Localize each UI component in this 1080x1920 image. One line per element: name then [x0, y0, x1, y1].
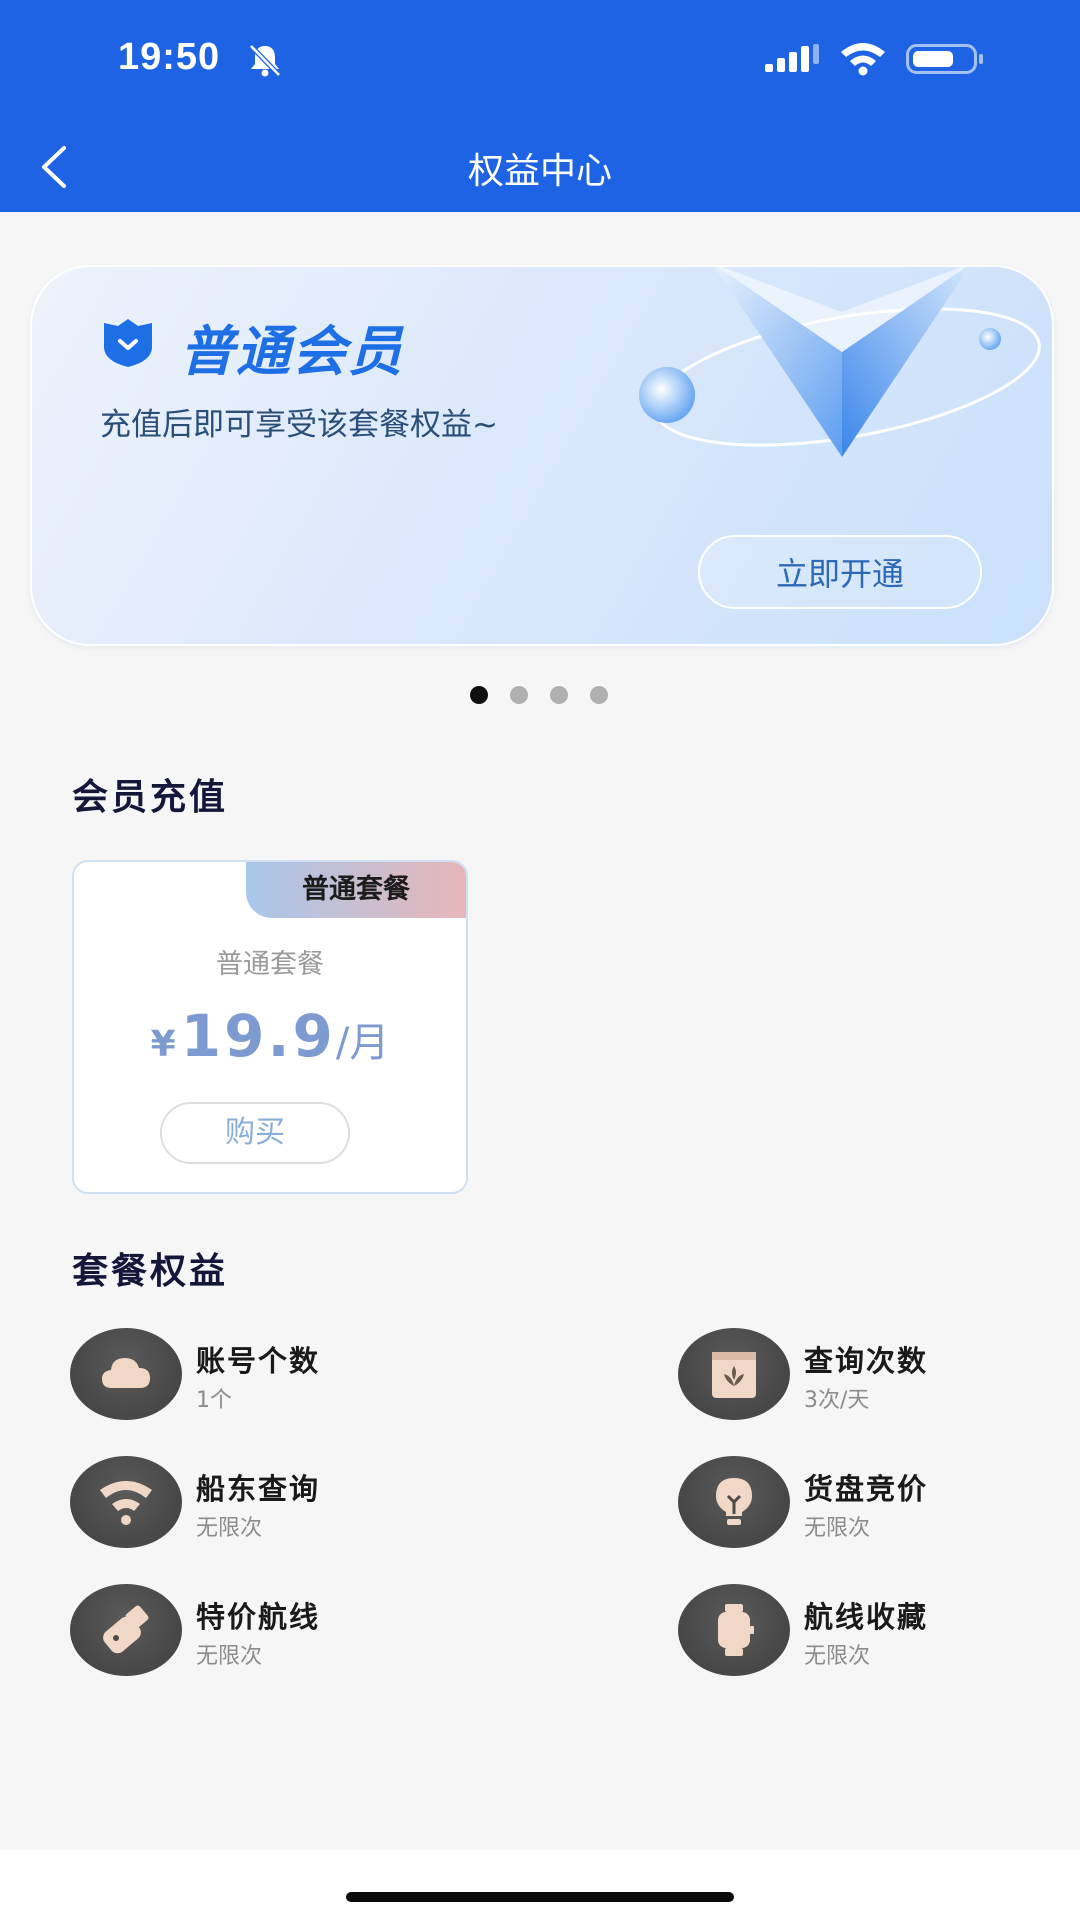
- benefit-value: 无限次: [804, 1516, 871, 1541]
- page-title: 权益中心: [467, 151, 612, 192]
- benefit-name: 船东查询: [196, 1472, 321, 1506]
- cellular-signal-icon: [765, 44, 819, 72]
- v-logo-illustration: [639, 267, 1041, 457]
- cloud-icon: [102, 1358, 150, 1388]
- carousel-dot[interactable]: [550, 686, 568, 704]
- price-value: 19.9: [180, 1002, 336, 1070]
- price-currency: ¥: [150, 1024, 176, 1065]
- benefit-value: 无限次: [196, 1516, 263, 1541]
- usb-drive-icon: [103, 1605, 149, 1654]
- header-bar: 19:50 权益中心: [0, 0, 1080, 212]
- price-unit: /月: [335, 1020, 390, 1066]
- benefit-icon-circle: [70, 1584, 182, 1676]
- plan-price: ¥ 19.9/月: [74, 1002, 466, 1070]
- carousel-dot-active[interactable]: [470, 686, 488, 704]
- benefit-name: 账号个数: [196, 1344, 321, 1378]
- benefit-value: 无限次: [196, 1644, 263, 1669]
- benefit-name: 航线收藏: [804, 1600, 929, 1634]
- wifi-signal-icon: [100, 1481, 152, 1525]
- membership-banner[interactable]: 普通会员 充值后即可享受该套餐权益~ 立即开通: [30, 265, 1054, 646]
- benefit-name: 查询次数: [804, 1344, 929, 1378]
- benefit-icon-circle: [70, 1456, 182, 1548]
- benefit-name: 特价航线: [196, 1600, 321, 1634]
- home-indicator[interactable]: [346, 1892, 734, 1902]
- plan-card[interactable]: 普通套餐 普通套餐 ¥ 19.9/月 购买: [72, 860, 468, 1194]
- benefit-item: 特价航线 无限次: [70, 1584, 470, 1676]
- benefit-value: 1个: [196, 1388, 232, 1413]
- book-icon: [712, 1352, 756, 1398]
- benefit-icon-circle: [678, 1584, 790, 1676]
- plan-tag: 普通套餐: [246, 862, 466, 918]
- plan-name: 普通套餐: [216, 949, 324, 980]
- bottom-safe-area: [0, 1850, 1080, 1920]
- recharge-section-title: 会员充值: [72, 777, 229, 818]
- lightbulb-icon: [716, 1478, 752, 1525]
- bell-muted-icon: [249, 44, 281, 77]
- benefit-value: 3次/天: [804, 1388, 870, 1413]
- benefit-item: 查询次数 3次/天: [678, 1328, 1078, 1420]
- carousel-dot[interactable]: [510, 686, 528, 704]
- benefit-item: 货盘竞价 无限次: [678, 1456, 1078, 1548]
- benefit-icon-circle: [678, 1328, 790, 1420]
- carousel-dot[interactable]: [590, 686, 608, 704]
- shield-badge-icon: [104, 319, 152, 367]
- benefit-item: 账号个数 1个: [70, 1328, 470, 1420]
- status-time: 19:50: [118, 36, 221, 78]
- wifi-status-icon: [841, 43, 885, 76]
- benefits-section-title: 套餐权益: [72, 1251, 229, 1292]
- activate-now-button[interactable]: 立即开通: [698, 535, 982, 609]
- benefit-name: 货盘竞价: [804, 1472, 929, 1506]
- benefit-icon-circle: [70, 1328, 182, 1420]
- benefit-item: 航线收藏 无限次: [678, 1584, 1078, 1676]
- battery-icon: [906, 44, 983, 74]
- membership-subtitle: 充值后即可享受该套餐权益~: [100, 407, 498, 443]
- benefit-value: 无限次: [804, 1644, 871, 1669]
- membership-tier-title: 普通会员: [180, 320, 404, 383]
- watch-icon: [718, 1604, 754, 1656]
- benefit-item: 船东查询 无限次: [70, 1456, 470, 1548]
- benefit-icon-circle: [678, 1456, 790, 1548]
- buy-button[interactable]: 购买: [160, 1102, 350, 1164]
